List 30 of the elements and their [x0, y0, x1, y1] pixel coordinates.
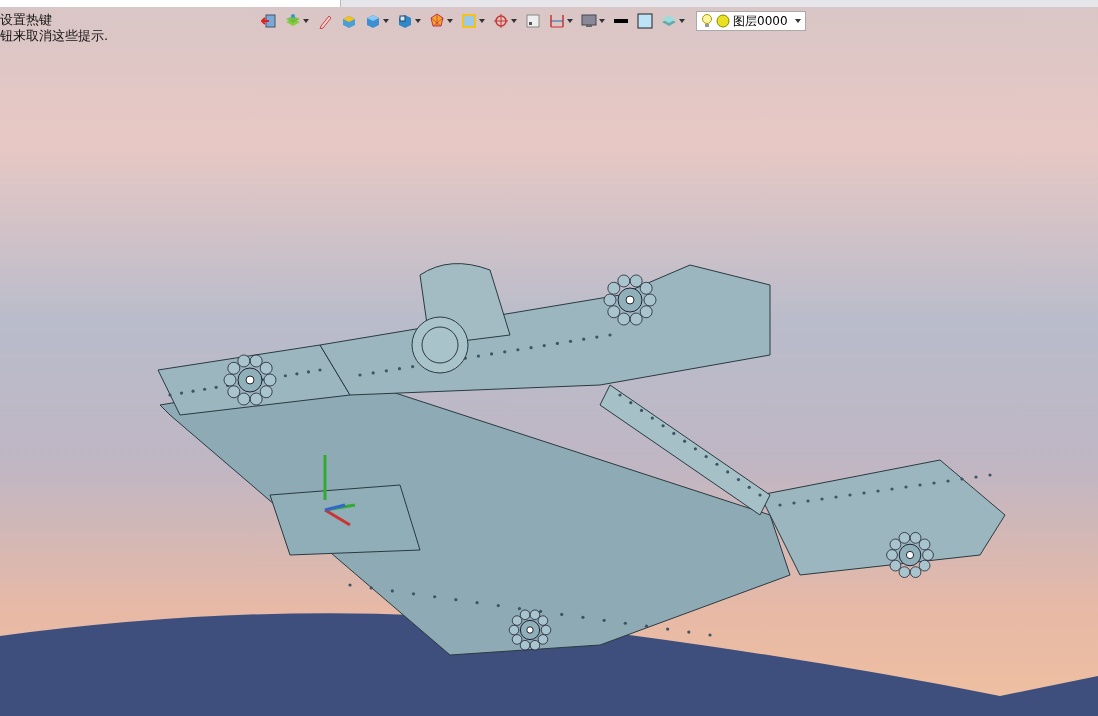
layers-icon	[285, 13, 301, 29]
monitor-icon	[581, 13, 597, 29]
caret-icon	[511, 19, 517, 23]
window-icon	[525, 13, 541, 29]
cube-view-icon	[397, 13, 413, 29]
frame-icon	[461, 13, 477, 29]
hint-text: 钮来取消这些提示.	[0, 28, 110, 44]
toolbar-button[interactable]	[524, 11, 542, 31]
pencil-icon	[317, 13, 333, 29]
box-icon	[341, 13, 357, 29]
caret-icon	[415, 19, 421, 23]
dimension-icon	[549, 13, 565, 29]
exit-icon	[261, 13, 277, 29]
caret-icon	[567, 19, 573, 23]
caret-icon	[679, 19, 685, 23]
caret-icon	[479, 19, 485, 23]
caret-icon	[383, 19, 389, 23]
polygon-icon	[429, 13, 445, 29]
caret-icon	[599, 19, 605, 23]
caret-icon	[795, 19, 801, 23]
lightbulb-icon	[701, 13, 713, 29]
stack-icon	[661, 13, 677, 29]
cube-icon	[365, 13, 381, 29]
layer-dropdown[interactable]: 图层0000	[696, 11, 806, 31]
circle-icon	[716, 14, 730, 28]
caret-icon	[303, 19, 309, 23]
target-icon	[493, 13, 509, 29]
hint-text: 设置热键	[0, 12, 53, 28]
fill-color-icon	[637, 13, 653, 29]
caret-icon	[447, 19, 453, 23]
